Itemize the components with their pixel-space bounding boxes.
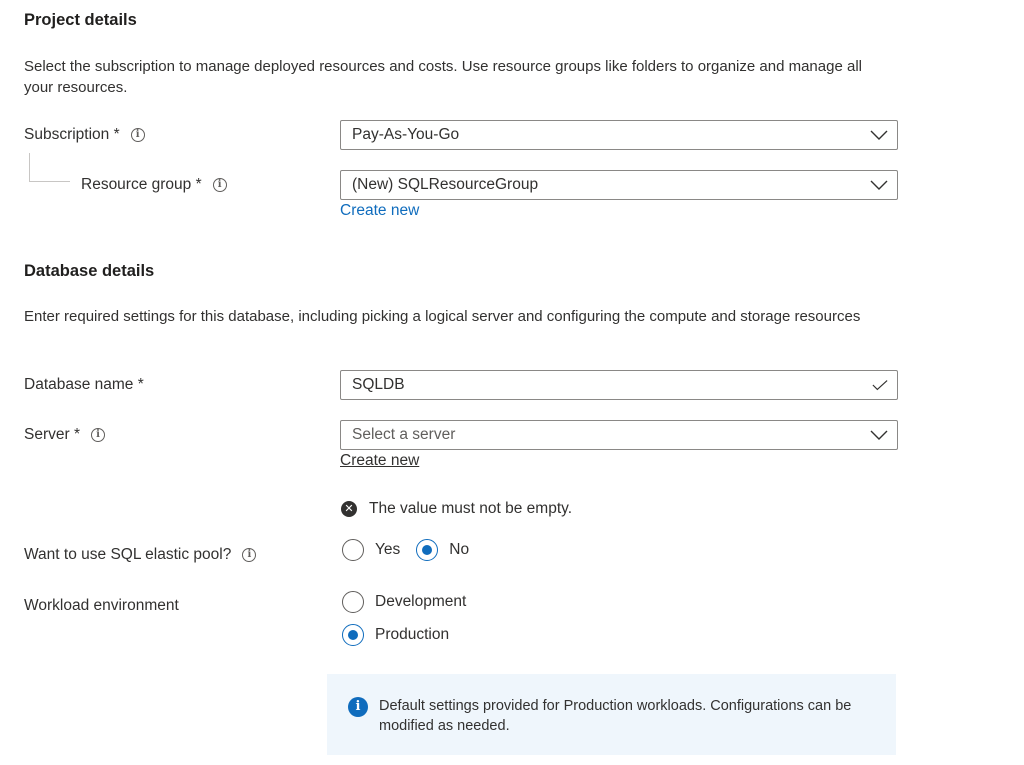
server-label-row: Server * i [24, 425, 105, 445]
elastic-pool-label-row: Want to use SQL elastic pool? i [24, 545, 257, 565]
resource-group-create-new-link[interactable]: Create new [340, 202, 419, 220]
info-icon: i [348, 697, 368, 717]
server-error-message: ✕ The value must not be empty. [341, 500, 572, 518]
elastic-pool-yes-label[interactable]: Yes [375, 541, 400, 559]
subscription-label: Subscription * [24, 126, 120, 143]
elastic-pool-yes-radio[interactable] [342, 539, 364, 561]
chevron-down-icon [870, 130, 888, 140]
database-name-label: Database name * [24, 375, 144, 395]
server-dropdown[interactable]: Select a server [340, 420, 898, 450]
elastic-pool-no-label[interactable]: No [449, 541, 469, 559]
tree-connector [29, 153, 70, 182]
error-icon: ✕ [341, 501, 357, 517]
workload-label-text: Workload environment [24, 597, 179, 614]
info-message-text: Default settings provided for Production… [379, 698, 852, 734]
subscription-label-row: Subscription * i [24, 125, 145, 145]
info-icon[interactable]: i [91, 428, 105, 442]
project-details-heading: Project details [24, 11, 137, 29]
server-create-new-link[interactable]: Create new [340, 452, 419, 470]
info-message-box: i Default settings provided for Producti… [327, 674, 896, 755]
workload-production-option[interactable]: Production [342, 624, 449, 646]
workload-development-option[interactable]: Development [342, 591, 466, 613]
workload-production-label[interactable]: Production [375, 626, 449, 644]
resource-group-label: Resource group * [81, 176, 202, 193]
workload-production-radio[interactable] [342, 624, 364, 646]
elastic-pool-no-radio[interactable] [416, 539, 439, 561]
server-label: Server * [24, 426, 80, 443]
chevron-down-icon [870, 180, 888, 190]
subscription-dropdown[interactable]: Pay-As-You-Go [340, 120, 898, 150]
info-icon[interactable]: i [242, 548, 257, 562]
elastic-pool-label: Want to use SQL elastic pool? [24, 546, 232, 563]
database-name-label-text: Database name * [24, 376, 144, 393]
database-name-input[interactable]: SQLDB [340, 370, 898, 400]
info-icon[interactable]: i [130, 128, 145, 142]
project-details-description: Select the subscription to manage deploy… [24, 58, 862, 96]
workload-label: Workload environment [24, 596, 179, 616]
database-details-description: Enter required settings for this databas… [24, 308, 861, 325]
database-details-heading: Database details [24, 262, 155, 280]
checkmark-icon [872, 380, 888, 391]
resource-group-value: (New) SQLResourceGroup [352, 176, 539, 193]
database-name-value: SQLDB [352, 376, 405, 393]
resource-group-dropdown[interactable]: (New) SQLResourceGroup [340, 170, 898, 200]
subscription-value: Pay-As-You-Go [352, 126, 460, 143]
workload-development-radio[interactable] [342, 591, 364, 613]
workload-development-label[interactable]: Development [375, 593, 466, 611]
server-placeholder: Select a server [352, 426, 456, 443]
resource-group-label-row: Resource group * i [81, 175, 227, 195]
server-error-text: The value must not be empty. [369, 500, 573, 517]
elastic-pool-radio-group: Yes No [342, 539, 469, 561]
chevron-down-icon [870, 430, 888, 440]
info-icon[interactable]: i [212, 178, 227, 192]
